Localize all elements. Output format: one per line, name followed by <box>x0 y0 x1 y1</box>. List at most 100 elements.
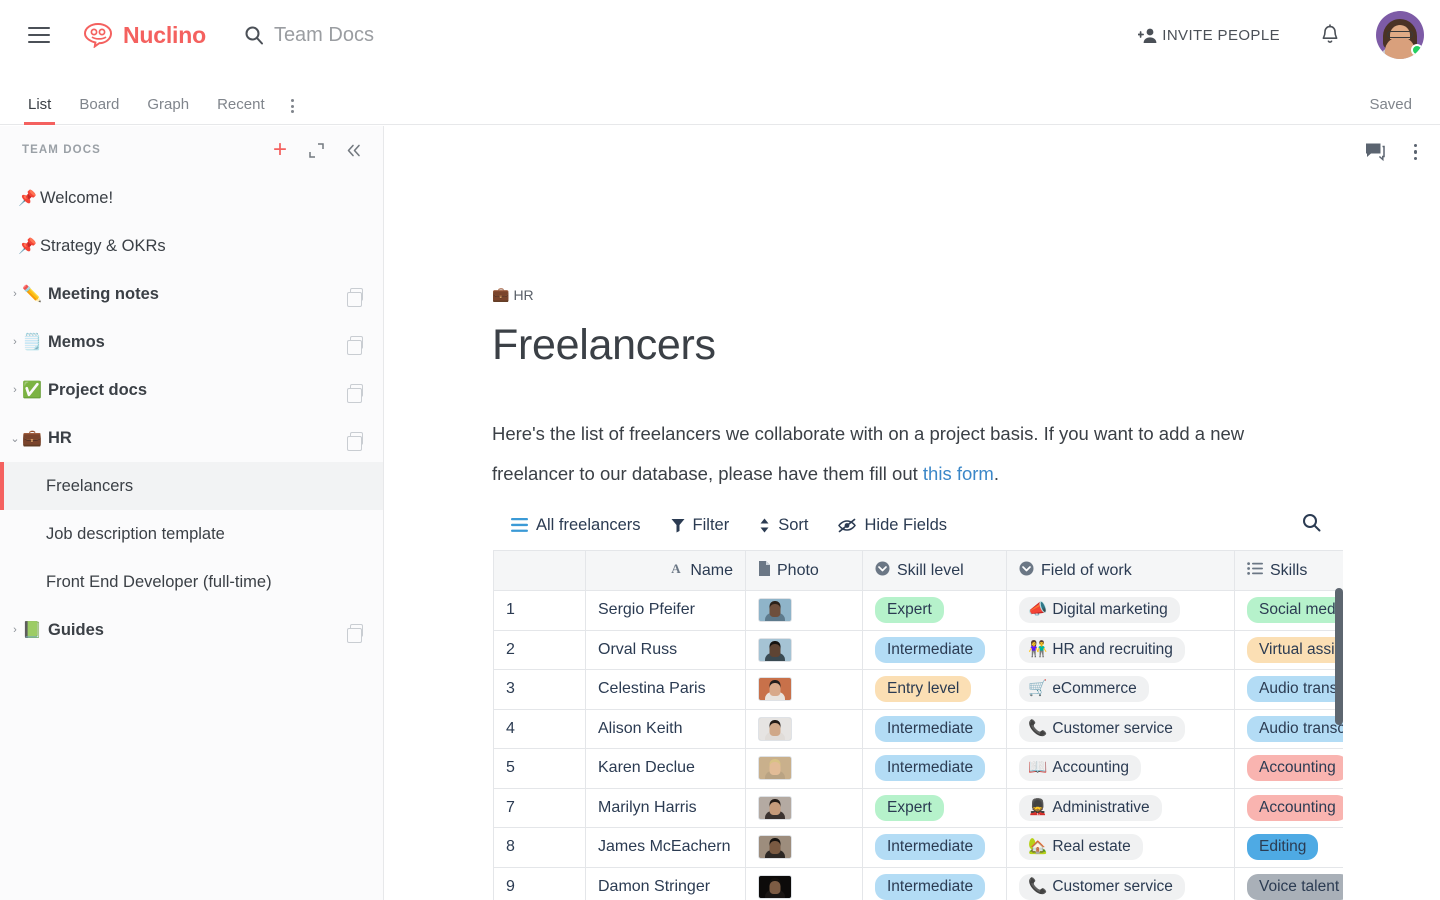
hamburger-icon[interactable] <box>28 27 50 43</box>
search-input[interactable]: Team Docs <box>244 24 374 47</box>
sidebar-item-job-description-template[interactable]: Job description template <box>0 510 383 558</box>
cell-photo[interactable] <box>745 669 863 710</box>
table-row[interactable]: 7 Marilyn Harris Expert 💂 Administrative Acco… <box>493 787 1343 828</box>
table-row[interactable]: 8 James McEachern Intermediate 🏡 Real estate… <box>493 827 1343 868</box>
tab-board[interactable]: Board <box>79 96 119 124</box>
cell-name[interactable]: Sergio Pfeifer <box>585 590 746 631</box>
photo-thumbnail[interactable] <box>758 874 792 899</box>
brand-logo-link[interactable]: Nuclino <box>82 22 206 49</box>
cell-photo[interactable] <box>745 708 863 749</box>
chevron-right-icon[interactable]: › <box>8 336 22 348</box>
photo-thumbnail[interactable] <box>758 756 792 781</box>
invite-people-button[interactable]: INVITE PEOPLE <box>1138 27 1280 44</box>
sidebar-item-memos[interactable]: › 🗒️ Memos <box>0 318 383 366</box>
cell-skill-level[interactable]: Intermediate <box>862 748 1007 789</box>
view-selector-button[interactable]: All freelancers <box>511 516 641 535</box>
hide-fields-button[interactable]: Hide Fields <box>838 516 947 535</box>
tab-list[interactable]: List <box>23 96 56 125</box>
sidebar-item-hr[interactable]: ⌄ 💼 HR <box>0 414 383 462</box>
cell-skills[interactable]: Virtual assistance <box>1234 629 1343 670</box>
cell-photo[interactable] <box>745 629 863 670</box>
cell-skills[interactable]: Accounting <box>1234 748 1343 789</box>
chevron-down-icon[interactable]: ⌄ <box>8 432 22 445</box>
duplicate-icon[interactable] <box>347 335 363 355</box>
table-row[interactable]: 4 Alison Keith Intermediate 📞 Customer servi… <box>493 708 1343 749</box>
photo-thumbnail[interactable] <box>758 716 792 741</box>
duplicate-icon[interactable] <box>347 623 363 643</box>
table-row[interactable]: 9 Damon Stringer Intermediate 📞 Customer ser… <box>493 866 1343 900</box>
cell-name[interactable]: Orval Russ <box>585 629 746 670</box>
sidebar-item-front-end-developer[interactable]: Front End Developer (full-time) <box>0 558 383 606</box>
cell-skill-level[interactable]: Expert <box>862 787 1007 828</box>
photo-thumbnail[interactable] <box>758 598 792 623</box>
cell-field-of-work[interactable]: 💂 Administrative <box>1006 787 1235 828</box>
photo-thumbnail[interactable] <box>758 835 792 860</box>
this-form-link[interactable]: this form <box>923 463 994 484</box>
sidebar-item-welcome[interactable]: 📌 Welcome! <box>0 174 383 222</box>
cell-skills[interactable]: Editing <box>1234 827 1343 868</box>
table-row[interactable]: 2 Orval Russ Intermediate 👫 HR and recruitin… <box>493 629 1343 670</box>
cell-photo[interactable] <box>745 590 863 631</box>
cell-field-of-work[interactable]: 📞 Customer service <box>1006 866 1235 900</box>
cell-field-of-work[interactable]: 🛒 eCommerce <box>1006 669 1235 710</box>
cell-photo[interactable] <box>745 748 863 789</box>
cell-name[interactable]: Marilyn Harris <box>585 787 746 828</box>
sidebar-item-freelancers[interactable]: Freelancers <box>0 462 383 510</box>
chevron-right-icon[interactable]: › <box>8 624 22 636</box>
duplicate-icon[interactable] <box>347 383 363 403</box>
cell-field-of-work[interactable]: 🏡 Real estate <box>1006 827 1235 868</box>
cell-field-of-work[interactable]: 📞 Customer service <box>1006 708 1235 749</box>
cell-photo[interactable] <box>745 866 863 900</box>
cell-field-of-work[interactable]: 👫 HR and recruiting <box>1006 629 1235 670</box>
sidebar-item-project-docs[interactable]: › ✅ Project docs <box>0 366 383 414</box>
col-header-field-of-work[interactable]: Field of work <box>1006 550 1235 591</box>
col-header-skills[interactable]: Skills <box>1234 550 1343 591</box>
cell-field-of-work[interactable]: 📖 Accounting <box>1006 748 1235 789</box>
table-row[interactable]: 5 Karen Declue Intermediate 📖 Accounting Acco… <box>493 748 1343 789</box>
col-header-photo[interactable]: Photo <box>745 550 863 591</box>
comment-icon[interactable] <box>1364 142 1386 162</box>
sidebar-item-strategy-okrs[interactable]: 📌 Strategy & OKRs <box>0 222 383 270</box>
cell-skills[interactable]: Social media <box>1234 590 1343 631</box>
chevron-right-icon[interactable]: › <box>8 288 22 300</box>
chevron-right-icon[interactable]: › <box>8 384 22 396</box>
filter-button[interactable]: Filter <box>671 516 729 535</box>
duplicate-icon[interactable] <box>347 431 363 451</box>
cell-name[interactable]: Celestina Paris <box>585 669 746 710</box>
table-search-icon[interactable] <box>1302 513 1321 537</box>
cell-name[interactable]: Karen Declue <box>585 748 746 789</box>
avatar[interactable] <box>1376 11 1424 59</box>
cell-skills[interactable]: Audio transcription <box>1234 708 1343 749</box>
vertical-scrollbar[interactable] <box>1335 588 1343 725</box>
duplicate-icon[interactable] <box>347 287 363 307</box>
cell-skill-level[interactable]: Intermediate <box>862 827 1007 868</box>
more-vertical-icon[interactable] <box>1413 143 1417 161</box>
cell-skill-level[interactable]: Intermediate <box>862 629 1007 670</box>
more-vertical-icon[interactable] <box>290 99 294 124</box>
cell-skill-level[interactable]: Intermediate <box>862 708 1007 749</box>
plus-icon[interactable]: + <box>273 138 287 162</box>
table-row[interactable]: 1 Sergio Pfeifer Expert 📣 Digital marketing S… <box>493 590 1343 631</box>
col-header-name[interactable]: A Name <box>585 550 746 591</box>
cell-field-of-work[interactable]: 📣 Digital marketing <box>1006 590 1235 631</box>
cell-skills[interactable]: Voice talent <box>1234 866 1343 900</box>
cell-name[interactable]: Alison Keith <box>585 708 746 749</box>
cell-skill-level[interactable]: Entry level <box>862 669 1007 710</box>
breadcrumb[interactable]: 💼 HR <box>492 286 534 303</box>
sort-button[interactable]: Sort <box>759 516 808 535</box>
expand-icon[interactable] <box>309 142 324 158</box>
photo-thumbnail[interactable] <box>758 677 792 702</box>
photo-thumbnail[interactable] <box>758 795 792 820</box>
photo-thumbnail[interactable] <box>758 637 792 662</box>
cell-photo[interactable] <box>745 827 863 868</box>
cell-skill-level[interactable]: Intermediate <box>862 866 1007 900</box>
table-row[interactable]: 3 Celestina Paris Entry level 🛒 eCommerce Aud… <box>493 669 1343 710</box>
cell-skills[interactable]: Audio transcription <box>1234 669 1343 710</box>
col-header-skill-level[interactable]: Skill level <box>862 550 1007 591</box>
collapse-left-icon[interactable] <box>346 144 361 157</box>
bell-icon[interactable] <box>1320 24 1340 46</box>
cell-name[interactable]: Damon Stringer <box>585 866 746 900</box>
cell-skills[interactable]: Accounting <box>1234 787 1343 828</box>
tab-graph[interactable]: Graph <box>147 96 189 124</box>
cell-skill-level[interactable]: Expert <box>862 590 1007 631</box>
